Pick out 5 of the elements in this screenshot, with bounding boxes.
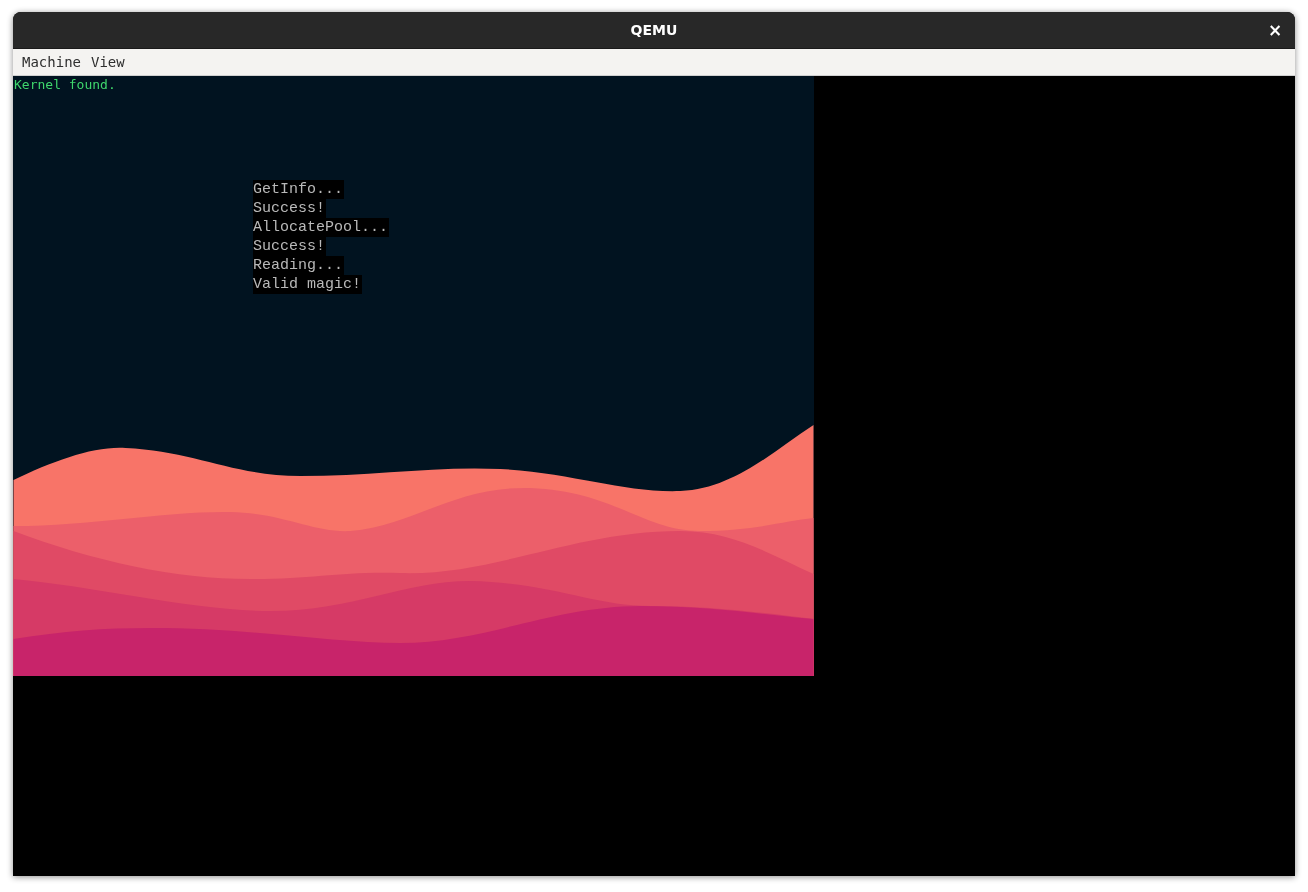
status-text: Kernel found. — [13, 76, 116, 92]
close-button[interactable]: × — [1265, 20, 1285, 40]
window-title: QEMU — [630, 22, 678, 38]
menu-item[interactable]: View — [86, 52, 130, 72]
menu-item[interactable]: Machine — [17, 52, 86, 72]
